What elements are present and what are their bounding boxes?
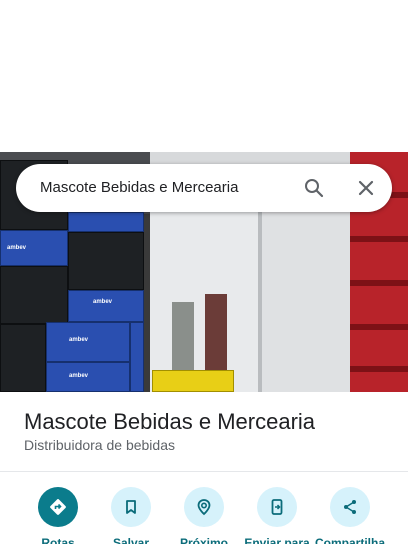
share-icon <box>330 487 370 527</box>
crate <box>0 266 68 324</box>
nearby-button[interactable]: Próximo <box>166 487 242 544</box>
divider <box>0 471 408 472</box>
crate-brand: ambev <box>69 373 89 379</box>
send-to-phone-label: Enviar para <box>244 536 310 544</box>
yellow-crate <box>152 370 234 392</box>
search-input[interactable]: Mascote Bebidas e Mercearia <box>40 179 238 196</box>
close-icon[interactable] <box>354 176 378 200</box>
crate-brand: ambev <box>93 299 113 305</box>
directions-button[interactable]: Rotas <box>20 487 96 544</box>
crate: ambev <box>46 362 130 392</box>
search-bar[interactable]: Mascote Bebidas e Mercearia <box>16 164 392 212</box>
send-to-phone-icon <box>257 487 297 527</box>
back-shelf <box>172 302 194 370</box>
bookmark-icon <box>111 487 151 527</box>
crate <box>68 212 144 232</box>
directions-label: Rotas <box>41 536 75 544</box>
crate: ambev <box>0 230 68 266</box>
save-button[interactable]: Salvar <box>93 487 169 544</box>
crate <box>0 324 46 392</box>
crate-brand: ambev <box>69 337 89 343</box>
share-button[interactable]: Compartilha <box>312 487 388 544</box>
crate-brand: ambev <box>7 245 27 251</box>
map-blank-area <box>0 0 408 152</box>
crate <box>130 322 144 392</box>
directions-icon <box>38 487 78 527</box>
nearby-label: Próximo <box>179 536 228 544</box>
crate <box>68 232 144 290</box>
right-wall <box>262 212 352 392</box>
place-category[interactable]: Distribuidora de bebidas <box>24 437 175 453</box>
place-title: Mascote Bebidas e Mercearia <box>24 409 316 434</box>
send-to-phone-button[interactable]: Enviar para <box>239 487 315 544</box>
crate: ambev <box>46 322 130 362</box>
share-label: Compartilha <box>314 536 385 544</box>
back-crates <box>205 294 227 372</box>
crate: ambev <box>68 290 144 322</box>
nearby-icon <box>184 487 224 527</box>
save-label: Salvar <box>112 536 150 544</box>
search-icon[interactable] <box>302 176 326 200</box>
